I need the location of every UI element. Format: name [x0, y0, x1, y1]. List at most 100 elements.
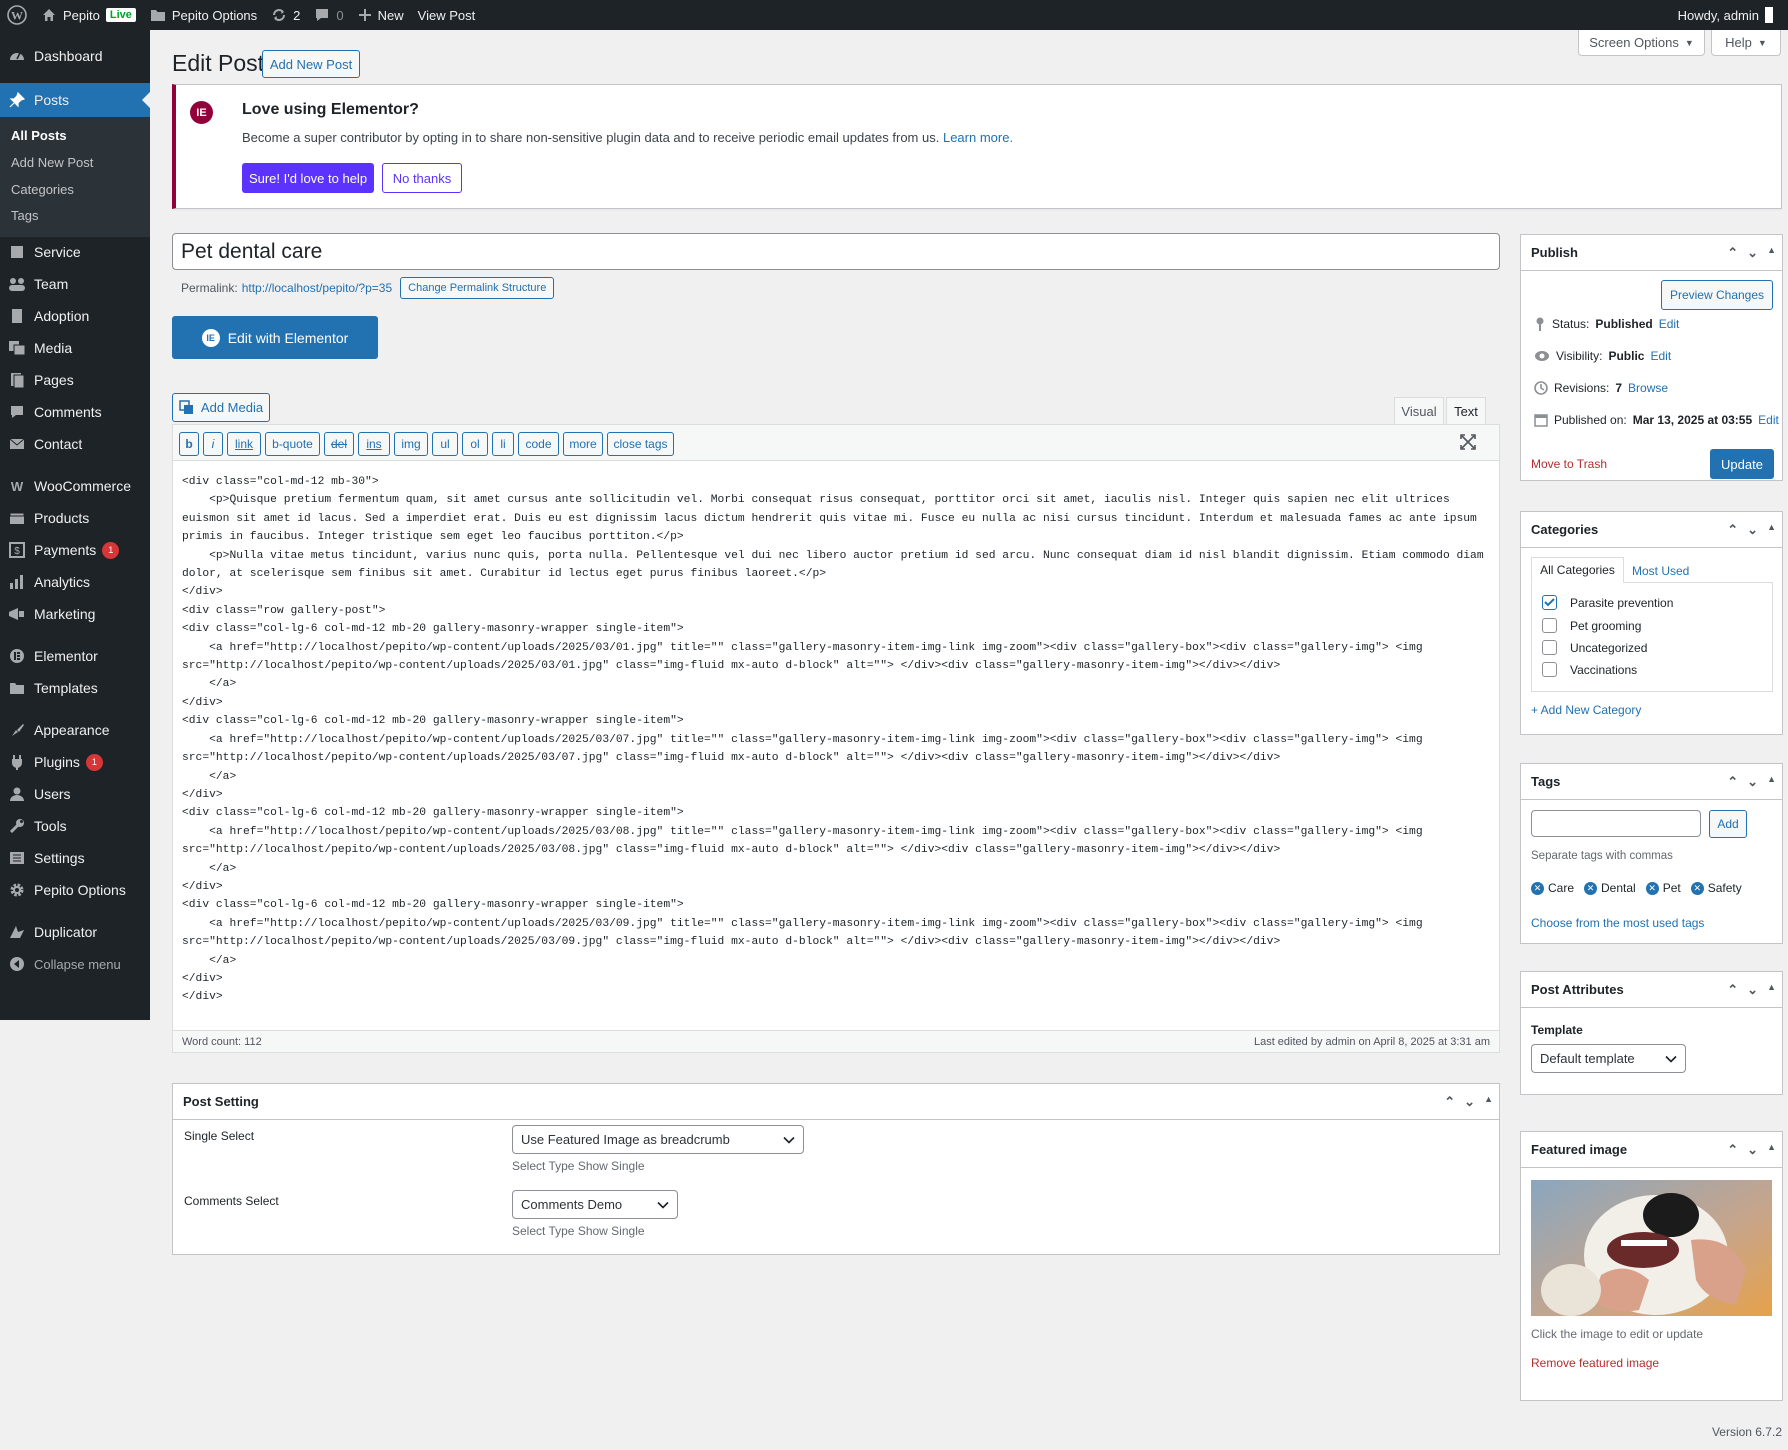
choose-tags-link[interactable]: Choose from the most used tags: [1531, 916, 1704, 930]
tab-most-used[interactable]: Most Used: [1632, 564, 1689, 578]
category-item-parasite[interactable]: Parasite prevention: [1542, 595, 1673, 610]
move-up-icon[interactable]: ⌃: [1727, 245, 1738, 261]
change-permalink-button[interactable]: Change Permalink Structure: [400, 277, 555, 299]
checkbox[interactable]: [1542, 662, 1557, 677]
move-down-icon[interactable]: ⌄: [1747, 1142, 1758, 1158]
move-up-icon[interactable]: ⌃: [1727, 774, 1738, 790]
checkbox-checked[interactable]: [1542, 595, 1557, 610]
featured-image-thumbnail[interactable]: [1531, 1180, 1772, 1316]
add-media-button[interactable]: Add Media: [172, 393, 270, 422]
move-down-icon[interactable]: ⌄: [1747, 245, 1758, 261]
move-down-icon[interactable]: ⌄: [1747, 774, 1758, 790]
updates-link[interactable]: 2: [264, 0, 307, 30]
menu-templates[interactable]: Templates: [0, 671, 150, 705]
new-content-link[interactable]: New: [351, 0, 411, 30]
toggle-icon[interactable]: ▲: [1484, 1094, 1493, 1110]
qt-bquote-button[interactable]: b-quote: [265, 432, 320, 456]
qt-img-button[interactable]: img: [394, 432, 428, 456]
edit-with-elementor-button[interactable]: IE Edit with Elementor: [172, 316, 378, 359]
menu-plugins[interactable]: Plugins 1: [0, 745, 150, 779]
move-up-icon[interactable]: ⌃: [1727, 522, 1738, 538]
options-link[interactable]: Pepito Options: [143, 0, 264, 30]
menu-comments[interactable]: Comments: [0, 395, 150, 429]
menu-users[interactable]: Users: [0, 777, 150, 811]
my-account[interactable]: Howdy, admin: [1671, 0, 1780, 30]
collapse-menu[interactable]: Collapse menu: [0, 947, 150, 981]
learn-more-link[interactable]: Learn more.: [943, 130, 1013, 145]
move-up-icon[interactable]: ⌃: [1727, 982, 1738, 998]
comments-select-dropdown[interactable]: Comments Demo: [512, 1190, 678, 1219]
menu-analytics[interactable]: Analytics: [0, 565, 150, 599]
category-item-uncategorized[interactable]: Uncategorized: [1542, 640, 1647, 655]
menu-team[interactable]: Team: [0, 267, 150, 301]
qt-ins-button[interactable]: ins: [358, 432, 390, 456]
add-new-category-link[interactable]: + Add New Category: [1531, 703, 1641, 717]
post-title-input[interactable]: Pet dental care: [172, 233, 1500, 270]
remove-tag-icon[interactable]: ✕: [1531, 881, 1544, 895]
tab-visual[interactable]: Visual: [1394, 397, 1444, 425]
edit-status-link[interactable]: Edit: [1659, 317, 1680, 331]
move-to-trash-link[interactable]: Move to Trash: [1531, 457, 1607, 471]
menu-media[interactable]: Media: [0, 331, 150, 365]
add-new-post-button[interactable]: Add New Post: [262, 50, 360, 78]
permalink-url[interactable]: http://localhost/pepito/?p=35: [242, 281, 392, 295]
checkbox[interactable]: [1542, 618, 1557, 633]
menu-marketing[interactable]: Marketing: [0, 597, 150, 631]
menu-products[interactable]: Products: [0, 501, 150, 535]
qt-ul-button[interactable]: ul: [432, 432, 458, 456]
menu-duplicator[interactable]: Duplicator: [0, 915, 150, 949]
move-down-icon[interactable]: ⌄: [1747, 982, 1758, 998]
move-down-icon[interactable]: ⌄: [1464, 1094, 1475, 1110]
menu-posts[interactable]: Posts: [0, 83, 150, 117]
toggle-icon[interactable]: ▲: [1767, 982, 1776, 998]
view-post-link[interactable]: View Post: [411, 0, 483, 30]
remove-tag-icon[interactable]: ✕: [1584, 881, 1598, 895]
toggle-icon[interactable]: ▲: [1767, 245, 1776, 261]
move-up-icon[interactable]: ⌃: [1727, 1142, 1738, 1158]
qt-ol-button[interactable]: ol: [462, 432, 488, 456]
tab-all-categories[interactable]: All Categories: [1531, 557, 1624, 583]
update-button[interactable]: Update: [1710, 449, 1774, 479]
submenu-tags[interactable]: Tags: [11, 208, 38, 223]
remove-tag-icon[interactable]: ✕: [1645, 881, 1659, 895]
remove-featured-image-link[interactable]: Remove featured image: [1531, 1356, 1659, 1370]
add-tag-button[interactable]: Add: [1709, 810, 1747, 838]
qt-link-button[interactable]: link: [227, 432, 261, 456]
submenu-all-posts[interactable]: All Posts: [11, 128, 67, 143]
menu-tools[interactable]: Tools: [0, 809, 150, 843]
edit-date-link[interactable]: Edit: [1758, 413, 1779, 427]
menu-elementor[interactable]: Elementor: [0, 639, 150, 673]
qt-li-button[interactable]: li: [492, 432, 514, 456]
submenu-categories[interactable]: Categories: [11, 182, 74, 197]
menu-dashboard[interactable]: Dashboard: [0, 39, 150, 73]
submenu-add-new-post[interactable]: Add New Post: [11, 155, 93, 170]
category-item-vaccinations[interactable]: Vaccinations: [1542, 662, 1637, 677]
move-down-icon[interactable]: ⌄: [1747, 522, 1758, 538]
menu-pepito-options[interactable]: Pepito Options: [0, 873, 150, 907]
preview-changes-button[interactable]: Preview Changes: [1661, 280, 1773, 310]
qt-close-tags-button[interactable]: close tags: [607, 432, 674, 456]
qt-bold-button[interactable]: b: [179, 432, 199, 456]
toggle-icon[interactable]: ▲: [1767, 522, 1776, 538]
template-select[interactable]: Default template: [1531, 1044, 1686, 1073]
help-toggle[interactable]: Help ▼: [1711, 30, 1781, 56]
tab-text[interactable]: Text: [1446, 397, 1486, 425]
site-name-link[interactable]: Pepito Live: [34, 0, 143, 30]
checkbox[interactable]: [1542, 640, 1557, 655]
remove-tag-icon[interactable]: ✕: [1690, 881, 1704, 895]
tag-input[interactable]: [1531, 810, 1701, 837]
comments-link[interactable]: 0: [307, 0, 350, 30]
menu-woocommerce[interactable]: W WooCommerce: [0, 469, 150, 503]
menu-adoption[interactable]: Adoption: [0, 299, 150, 333]
browse-revisions-link[interactable]: Browse: [1628, 381, 1668, 395]
wordpress-logo[interactable]: W: [0, 0, 34, 30]
toggle-icon[interactable]: ▲: [1767, 774, 1776, 790]
toggle-icon[interactable]: ▲: [1767, 1142, 1776, 1158]
edit-visibility-link[interactable]: Edit: [1650, 349, 1671, 363]
move-up-icon[interactable]: ⌃: [1444, 1094, 1455, 1110]
editor-textarea[interactable]: <div class="col-md-12 mb-30"> <p>Quisque…: [182, 473, 1492, 1007]
category-item-grooming[interactable]: Pet grooming: [1542, 618, 1641, 633]
menu-appearance[interactable]: Appearance: [0, 713, 150, 747]
qt-italic-button[interactable]: i: [203, 432, 223, 456]
menu-service[interactable]: Service: [0, 235, 150, 269]
